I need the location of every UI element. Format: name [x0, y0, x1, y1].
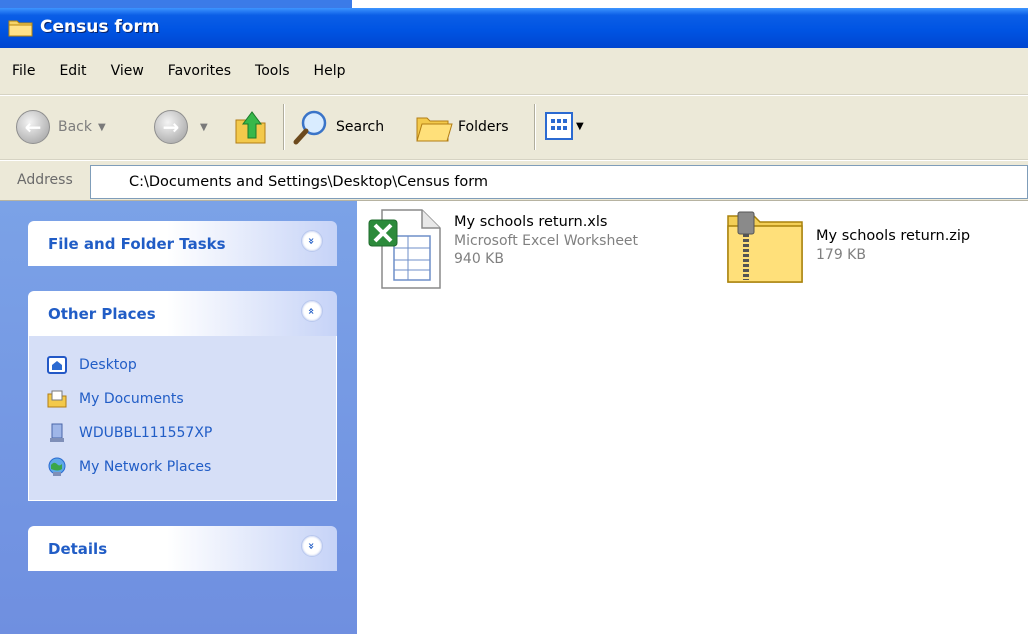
folders-button[interactable]: Folders: [414, 108, 509, 146]
menu-tools[interactable]: Tools: [255, 63, 290, 79]
excel-file-icon: [368, 209, 441, 289]
file-type: Microsoft Excel Worksheet: [454, 233, 639, 249]
search-button[interactable]: Search: [292, 108, 384, 146]
network-places-icon: [48, 457, 66, 476]
menu-file[interactable]: File: [12, 63, 35, 79]
other-places-header[interactable]: Other Places «: [28, 291, 337, 336]
folder-icon: [8, 20, 33, 37]
file-item-xls[interactable]: My schools return.xls Microsoft Excel Wo…: [368, 208, 638, 290]
explorer-window: Census form File Edit View Favorites Too…: [0, 0, 1028, 634]
back-arrow-icon: ←: [16, 110, 50, 144]
address-label: Address: [17, 172, 73, 188]
menu-edit[interactable]: Edit: [59, 63, 86, 79]
up-folder-button[interactable]: [234, 108, 270, 146]
forward-button[interactable]: → ▼: [154, 110, 208, 144]
back-dropdown-icon[interactable]: ▼: [98, 122, 106, 133]
place-my-documents[interactable]: My Documents: [47, 382, 336, 416]
views-grid-icon: [545, 112, 573, 140]
panel-title: Other Places: [48, 305, 156, 323]
my-documents-icon: [47, 390, 67, 408]
file-name: My schools return.zip: [816, 228, 971, 244]
toolbar-separator-2: [534, 104, 536, 150]
file-folder-tasks-header[interactable]: File and Folder Tasks »: [28, 221, 337, 266]
expand-chevron-icon[interactable]: »: [301, 535, 323, 557]
place-label: My Documents: [79, 391, 184, 407]
desktop-icon: [47, 356, 67, 374]
place-computer[interactable]: WDUBBL111557XP: [47, 416, 336, 450]
search-icon: [293, 110, 327, 145]
task-pane: File and Folder Tasks » Other Places « D…: [0, 201, 357, 634]
menu-help[interactable]: Help: [314, 63, 346, 79]
place-label: My Network Places: [79, 459, 212, 475]
address-input[interactable]: C:\Documents and Settings\Desktop\Census…: [90, 165, 1028, 199]
file-folder-tasks-panel: File and Folder Tasks »: [28, 221, 337, 266]
address-path: C:\Documents and Settings\Desktop\Census…: [129, 174, 489, 190]
window-title: Census form: [40, 17, 160, 37]
menu-favorites[interactable]: Favorites: [168, 63, 231, 79]
file-item-zip[interactable]: My schools return.zip 179 KB: [726, 208, 970, 286]
forward-arrow-icon: →: [154, 110, 188, 144]
computer-icon: [50, 423, 64, 442]
toolbar-separator: [283, 104, 285, 150]
titlebar-strip: [0, 0, 352, 8]
folders-icon: [416, 117, 453, 142]
file-name: My schools return.xls: [454, 214, 608, 230]
file-size: 940 KB: [454, 251, 504, 267]
forward-dropdown-icon[interactable]: ▼: [200, 122, 208, 133]
file-info: My schools return.xls Microsoft Excel Wo…: [454, 212, 638, 290]
views-dropdown-icon[interactable]: ▼: [576, 121, 584, 132]
address-bar: Address C:\Documents and Settings\Deskto…: [0, 161, 1028, 201]
place-label: Desktop: [79, 357, 137, 373]
back-label: Back: [58, 119, 92, 135]
search-label: Search: [336, 119, 385, 135]
panel-title: File and Folder Tasks: [48, 235, 226, 253]
file-size: 179 KB: [816, 247, 866, 263]
menu-bar: File Edit View Favorites Tools Help: [0, 48, 1028, 95]
back-button[interactable]: ← Back ▼: [16, 110, 106, 144]
collapse-chevron-icon[interactable]: «: [301, 300, 323, 322]
other-places-body: Desktop My Documents WDUBBL111557XP My N…: [28, 336, 337, 501]
other-places-panel: Other Places « Desktop My Documents WDUB…: [28, 291, 337, 501]
menu-view[interactable]: View: [111, 63, 144, 79]
expand-chevron-icon[interactable]: »: [301, 230, 323, 252]
panel-title: Details: [48, 540, 108, 558]
folders-label: Folders: [458, 119, 509, 135]
details-panel: Details »: [28, 526, 337, 571]
place-desktop[interactable]: Desktop: [47, 348, 336, 382]
details-header[interactable]: Details »: [28, 526, 337, 571]
place-label: WDUBBL111557XP: [79, 425, 213, 441]
zip-folder-icon: [727, 211, 803, 283]
views-button[interactable]: ▼: [545, 112, 584, 140]
title-bar[interactable]: Census form: [0, 0, 1028, 48]
file-info: My schools return.zip 179 KB: [816, 226, 970, 286]
place-network[interactable]: My Network Places: [47, 450, 336, 484]
up-folder-icon: [235, 111, 266, 144]
toolbar: ← Back ▼ → ▼ Search Folders ▼: [0, 96, 1028, 160]
